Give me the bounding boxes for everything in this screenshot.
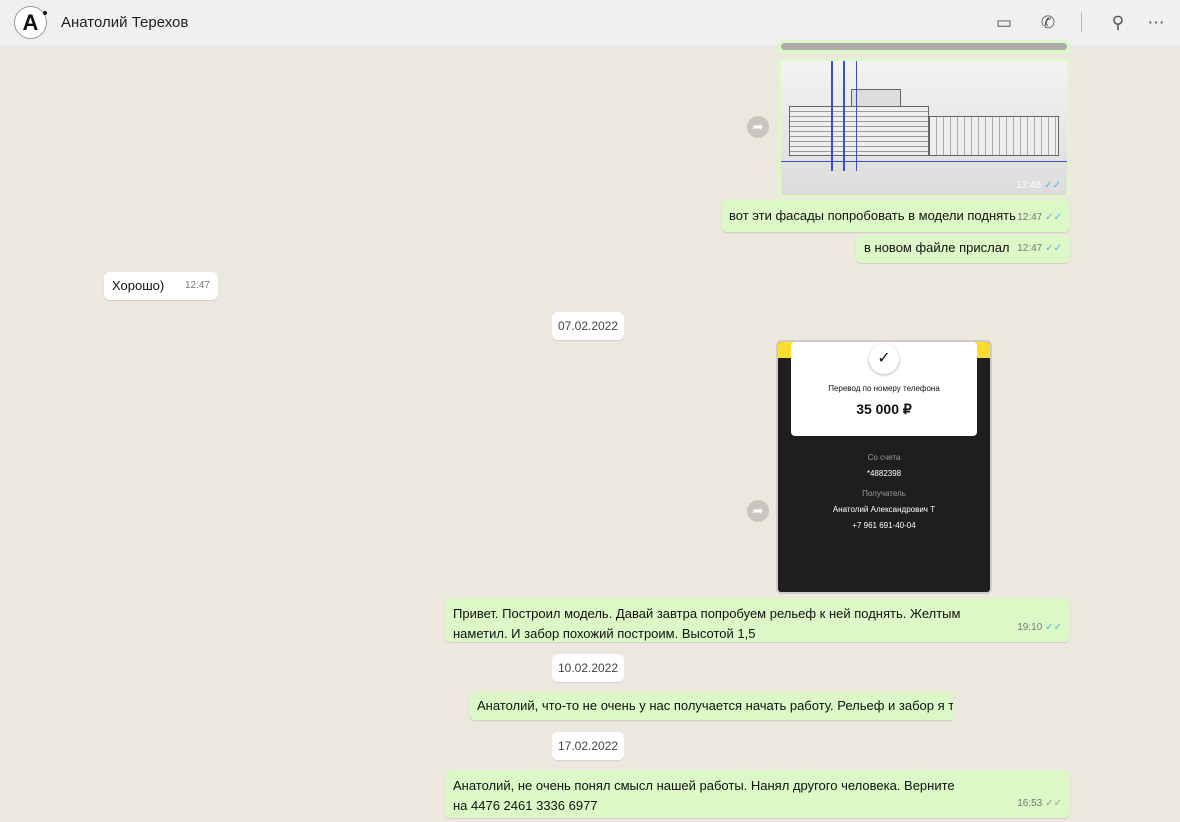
- forward-icon[interactable]: ➦: [747, 116, 769, 138]
- message-text: в новом файле прислал: [864, 240, 1010, 255]
- message-text: Анатолий, не очень понял смысл нашей раб…: [453, 778, 955, 793]
- forward-icon[interactable]: ➦: [747, 500, 769, 522]
- image-message[interactable]: 12:46 ✓✓: [778, 58, 1070, 198]
- message-bubble: Анатолий, не очень понял смысл нашей раб…: [445, 770, 1070, 818]
- video-call-icon[interactable]: ▭: [993, 12, 1015, 34]
- divider: [1081, 12, 1082, 32]
- check-icon: ✓: [869, 344, 899, 374]
- message-text: Анатолий, что-то не очень у нас получает…: [477, 698, 953, 713]
- message-text: Привет. Построил модель. Давай завтра по…: [453, 606, 961, 641]
- message-text: на 4476 2461 3336 6977: [453, 798, 598, 813]
- image-message[interactable]: [778, 40, 1070, 53]
- facade-drawing: 12:46 ✓✓: [781, 61, 1067, 195]
- phone-icon[interactable]: ✆: [1037, 12, 1059, 34]
- contact-name[interactable]: Анатолий Терехов: [61, 14, 188, 31]
- more-icon[interactable]: ⋯: [1145, 12, 1167, 34]
- message-bubble: вот эти фасады попробовать в модели подн…: [721, 200, 1070, 232]
- message-text: Хорошо): [112, 278, 165, 293]
- incoming-message-bubble: Хорошо) 12:47: [104, 272, 218, 300]
- date-separator: 17.02.2022: [552, 732, 624, 760]
- search-icon[interactable]: ⚲: [1107, 12, 1129, 34]
- message-bubble: в новом файле прислал 12:47 ✓✓: [856, 235, 1070, 263]
- avatar[interactable]: A: [14, 6, 47, 39]
- message-bubble: Анатолий, что-то не очень у нас получает…: [469, 692, 953, 720]
- message-text: вот эти фасады попробовать в модели подн…: [729, 208, 1016, 223]
- date-separator: 07.02.2022: [552, 312, 624, 340]
- message-bubble: Привет. Построил модель. Давай завтра по…: [445, 598, 1070, 642]
- date-separator: 10.02.2022: [552, 654, 624, 682]
- receipt-image[interactable]: ✓ Перевод по номеру телефона 35 000 ₽ Со…: [776, 340, 992, 594]
